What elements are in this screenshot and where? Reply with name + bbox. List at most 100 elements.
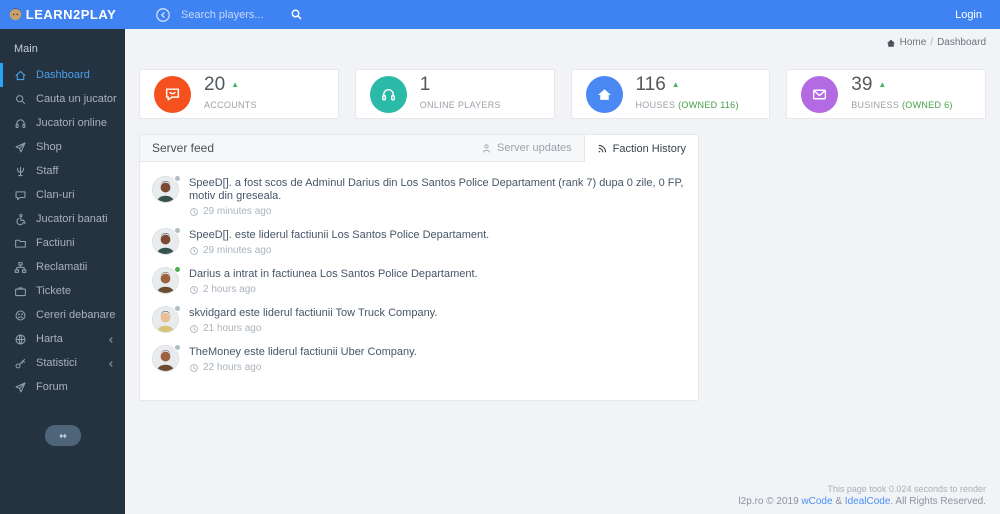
sidebar-collapse-button[interactable] [44,425,81,446]
feed-item: SpeeD[]. este liderul factiunii Los Sant… [152,227,684,256]
stat-label: BUSINESS [851,100,900,110]
send-icon [14,381,27,394]
sidebar-item-forum[interactable]: Forum [0,375,125,399]
logo[interactable]: LEARN2PLAY [0,7,125,22]
tab-faction-history[interactable]: Faction History [583,135,698,162]
player-avatar[interactable] [152,175,181,203]
sidebar-item-harta[interactable]: Harta [0,327,125,351]
feed-time-label: 22 hours ago [203,362,262,373]
sidebar-item-cereri-debanare[interactable]: Cereri debanare [0,303,125,327]
caret-up-icon: ▲ [671,80,680,89]
rss-icon [597,143,608,154]
sidebar-toggle-icon[interactable] [155,7,171,23]
login-button[interactable]: Login [955,9,982,21]
feed-item: skvidgard este liderul factiunii Tow Tru… [152,305,684,334]
clock-icon [189,363,199,373]
stat-card-houses: 116 ▲ HOUSES (OWNED 116) [570,69,771,119]
feed-text: SpeeD[]. a fost scos de Adminul Darius d… [189,177,684,202]
content: Home / Dashboard 20 ▲ ACCOUNTS 1 ONLINE P… [125,29,1000,514]
sidebar-item-cauta-un-jucator[interactable]: Cauta un jucator [0,87,125,111]
player-avatar[interactable] [152,305,181,333]
sidebar-item-staff[interactable]: Staff [0,159,125,183]
player-avatar[interactable] [152,266,181,294]
wheelchair-icon [14,213,27,226]
home-icon [14,69,27,82]
clock-icon [189,207,199,217]
server-feed-header: Server feed Server updates Faction Histo… [140,135,698,162]
sidebar-item-shop[interactable]: Shop [0,135,125,159]
sidebar-item-dashboard[interactable]: Dashboard [0,63,125,87]
sidebar-item-clan-uri[interactable]: Clan-uri [0,183,125,207]
envelope-icon [801,75,839,113]
copyright-prefix: l2p.ro © 2019 [738,496,802,507]
idealcode-link[interactable]: IdealCode [845,496,891,507]
feed-item: SpeeD[]. a fost scos de Adminul Darius d… [152,175,684,217]
sidebar-item-label: Clan-uri [36,189,75,201]
search-icon[interactable] [290,8,303,21]
arrows-horizontal-icon [59,433,66,438]
clock-icon [189,324,199,334]
server-feed-panel: Server feed Server updates Faction Histo… [139,134,699,401]
status-dot [174,266,181,273]
tab-label: Server updates [497,142,572,154]
feed-time-label: 2 hours ago [203,284,256,295]
wcode-link[interactable]: wCode [801,496,832,507]
breadcrumb-home-link[interactable]: Home [900,37,927,48]
home-fill-icon [585,75,623,113]
sad-face-icon [14,309,27,322]
globe-icon [14,333,27,346]
stat-cards-row: 20 ▲ ACCOUNTS 1 ONLINE PLAYERS 116 ▲ HOUSE… [139,69,986,119]
stat-value: 116 [635,74,666,95]
trident-icon [14,165,27,178]
tab-label: Faction History [612,142,686,155]
sidebar-item-statistici[interactable]: Statistici [0,351,125,375]
feed-item: Darius a intrat in factiunea Los Santos … [152,266,684,295]
chevron-left-icon [107,359,115,367]
feed-time: 29 minutes ago [189,245,489,256]
sidebar: Main Dashboard Cauta un jucator Jucatori… [0,29,125,514]
search-input[interactable] [181,8,276,21]
sidebar-item-label: Statistici [36,357,77,369]
tab-server-updates[interactable]: Server updates [469,135,584,161]
logo-face-icon [9,8,22,21]
chat-icon [14,189,27,202]
send-icon [14,141,27,154]
feed-time: 21 hours ago [189,323,437,334]
sidebar-item-reclamatii[interactable]: Reclamatii [0,255,125,279]
feed-time-label: 29 minutes ago [203,245,272,256]
feed-time: 2 hours ago [189,284,478,295]
footer: This page took 0.024 seconds to render l… [738,484,986,507]
chat-smile-icon [154,75,191,113]
headset-icon [14,117,27,130]
sidebar-item-label: Tickete [36,285,72,297]
sidebar-item-label: Reclamatii [36,261,88,273]
copyright-suffix: . All Rights Reserved. [890,496,986,507]
sidebar-item-label: Dashboard [36,69,90,81]
sidebar-item-label: Factiuni [36,237,75,249]
server-feed-body: SpeeD[]. a fost scos de Adminul Darius d… [140,162,698,400]
stat-card-online-players: 1 ONLINE PLAYERS [354,69,555,119]
status-dot [174,344,181,351]
feed-text: TheMoney este liderul factiunii Uber Com… [189,346,417,358]
sidebar-item-jucatori-online[interactable]: Jucatori online [0,111,125,135]
status-dot [174,227,181,234]
stat-card-business: 39 ▲ BUSINESS (OWNED 6) [786,69,986,119]
player-avatar[interactable] [152,227,181,255]
feed-text: SpeeD[]. este liderul factiunii Los Sant… [189,229,490,241]
clock-icon [189,285,199,295]
chevron-left-icon [107,335,115,343]
breadcrumb-current: Dashboard [937,37,986,48]
sidebar-item-jucatori-banati[interactable]: Jucatori banati [0,207,125,231]
sidebar-item-label: Shop [36,141,62,153]
sidebar-item-factiuni[interactable]: Factiuni [0,231,125,255]
caret-up-icon: ▲ [878,80,887,89]
stat-card-accounts: 20 ▲ ACCOUNTS [139,69,339,119]
sidebar-item-tickete[interactable]: Tickete [0,279,125,303]
sidebar-item-label: Harta [36,333,63,345]
sidebar-item-label: Cauta un jucator [36,93,117,105]
breadcrumb: Home / Dashboard [139,37,986,48]
player-avatar[interactable] [152,344,181,372]
stat-owned: (OWNED 6) [901,100,953,110]
sitemap-icon [14,261,27,274]
user-icon [481,143,492,154]
